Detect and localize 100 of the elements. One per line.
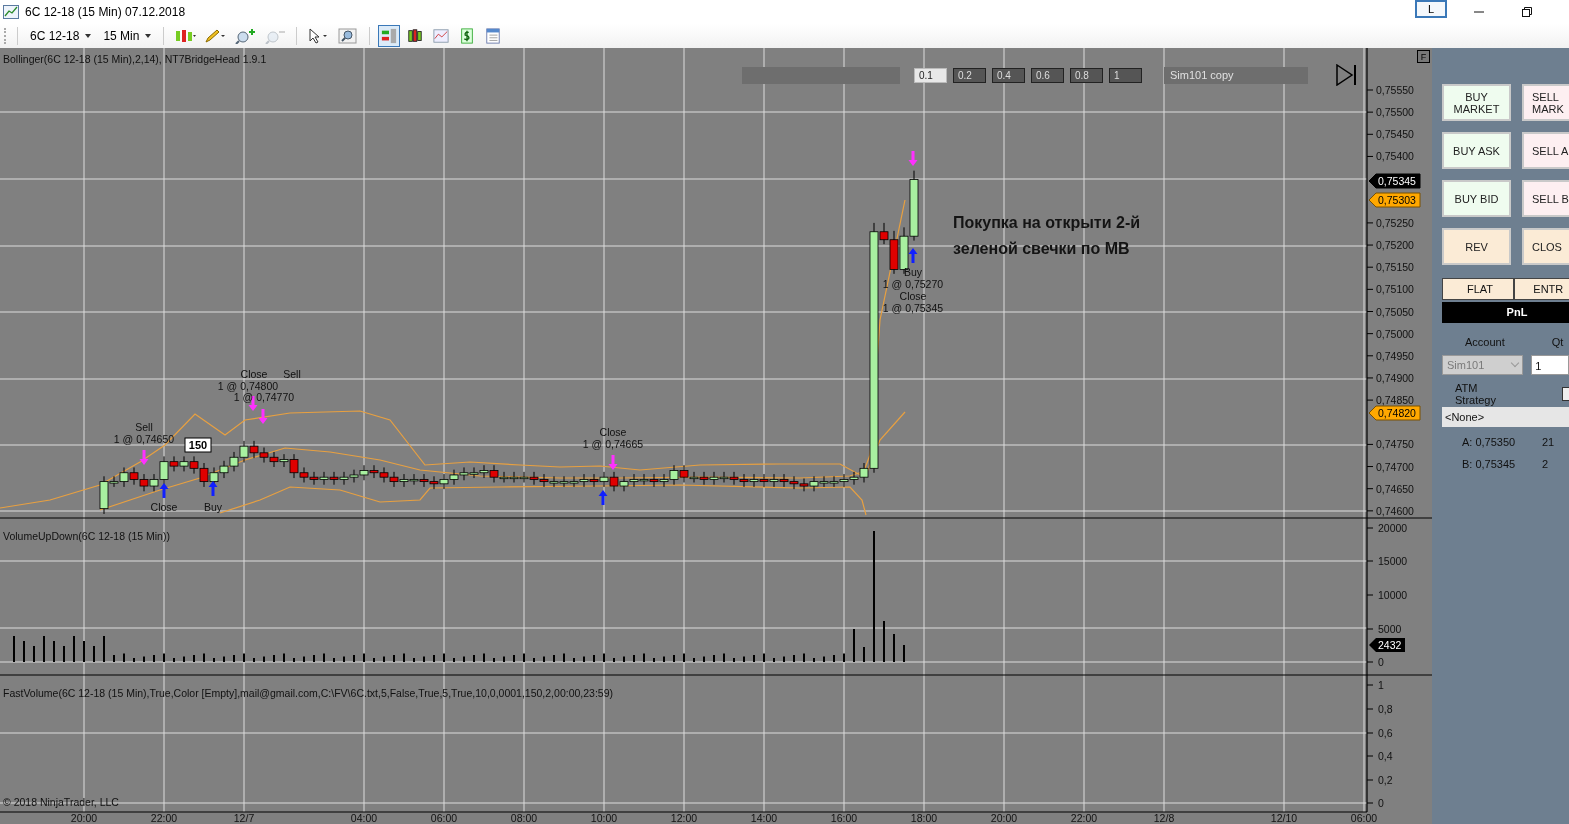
candlestick <box>619 475 629 492</box>
candlestick <box>459 466 469 481</box>
price-axis-label: 0,75450 <box>1376 128 1414 141</box>
quote-size: 21 <box>1542 436 1555 449</box>
pencil-icon[interactable] <box>204 28 227 44</box>
zoom-in-icon[interactable] <box>234 28 257 44</box>
candlestick <box>819 475 829 488</box>
price-axis-label: 0,75000 <box>1376 327 1414 340</box>
search-icon[interactable] <box>337 28 360 44</box>
price-axis-label: 0,74850 <box>1376 394 1414 407</box>
position-tab[interactable]: FLAT <box>1442 278 1515 300</box>
candlestick <box>129 466 139 486</box>
price-axis-label: 0,75200 <box>1376 239 1414 252</box>
candlestick <box>739 473 749 488</box>
volume-axis-label: 10000 <box>1378 589 1408 601</box>
time-axis-label: 12:00 <box>670 812 698 824</box>
time-axis-label: 18:00 <box>910 812 938 824</box>
skip-to-end-icon[interactable] <box>1336 64 1358 86</box>
sell-arrow-icon <box>908 151 918 166</box>
candlestick <box>779 473 789 488</box>
candlestick <box>849 471 859 486</box>
candlestick-icon[interactable] <box>174 28 197 44</box>
fast-volume-axis-label: 0,4 <box>1378 750 1393 762</box>
time-axis-label: 10:00 <box>590 812 618 824</box>
chart-icon <box>3 5 19 19</box>
price-level-flag: 0,75303 <box>1368 192 1421 208</box>
candlestick <box>349 469 359 483</box>
candlestick <box>199 462 209 488</box>
quote-price: A: 0,75350 <box>1462 436 1517 449</box>
time-axis-label: 20:00 <box>990 812 1018 824</box>
restore-icon[interactable] <box>1521 6 1533 18</box>
candlestick <box>539 473 549 488</box>
price-axis-label: 0,75050 <box>1376 305 1414 318</box>
price-axis-label: 0,75550 <box>1376 84 1414 96</box>
instrument-dropdown[interactable]: 6C 12-18 <box>26 29 96 43</box>
quote-price: B: 0,75345 <box>1462 458 1517 471</box>
price-axis-label: 0,74600 <box>1376 504 1414 517</box>
price-axis-label: 0,75150 <box>1376 261 1414 274</box>
candlestick <box>559 475 569 488</box>
time-axis-label: 08:00 <box>510 812 538 824</box>
indicator-label: FastVolume(6C 12-18 (15 Min),True,Color [Empty],mail@gmail.com,C:\FV\6C.txt,5,False,True,5,True,10,0,0001,150,2,00:00,23:59) <box>3 687 613 699</box>
order-button[interactable]: BUY MARKET <box>1442 84 1511 121</box>
candlestick <box>719 471 729 483</box>
time-axis-label: 16:00 <box>830 812 858 824</box>
last-price-flag: 0,75345 <box>1368 173 1421 189</box>
order-button[interactable]: CLOS <box>1522 228 1569 265</box>
atm-strategy-dropdown[interactable]: <None> <box>1442 407 1569 427</box>
candlestick <box>589 473 599 488</box>
atm-strategy-label: ATM Strategy <box>1455 382 1496 406</box>
volume-axis-label: 20000 <box>1378 522 1408 534</box>
time-axis-label: 12/10 <box>1270 812 1298 824</box>
candlestick <box>599 471 609 488</box>
candlestick <box>409 473 419 486</box>
pnl-bar: PnL <box>1442 302 1569 323</box>
candlestick <box>479 464 489 479</box>
position-tab[interactable]: ENTR <box>1514 278 1569 300</box>
layout-button[interactable]: L <box>1415 0 1447 18</box>
candlestick <box>809 475 819 492</box>
interval-dropdown[interactable]: 15 Min <box>99 29 156 43</box>
candlestick <box>509 471 519 483</box>
order-button[interactable]: BUY ASK <box>1442 132 1511 169</box>
time-axis-label: 12/8 <box>1153 812 1175 824</box>
candlestick <box>699 471 709 486</box>
price-axis-label: 0,75250 <box>1376 216 1414 229</box>
candlestick <box>319 471 329 486</box>
order-button[interactable]: SELL A <box>1522 132 1569 169</box>
trade-label: Buy <box>903 266 923 278</box>
order-panel-toggle[interactable] <box>378 25 401 47</box>
candlestick <box>649 473 659 488</box>
candlestick <box>569 475 579 488</box>
candlestick <box>449 469 459 486</box>
time-axis-label: 14:00 <box>750 812 778 824</box>
trade-label: Close <box>899 290 927 302</box>
trade-label: 1 @ 0,75345 <box>882 302 944 314</box>
indicator-label: VolumeUpDown(6C 12-18 (15 Min)) <box>3 530 170 542</box>
candlestick <box>549 475 559 488</box>
candlestick <box>839 473 849 488</box>
pointer-icon[interactable] <box>307 28 330 44</box>
order-button[interactable]: SELL MARK <box>1522 84 1569 121</box>
time-axis-label: 06:00 <box>430 812 458 824</box>
trade-label: 1 @ 0,74770 <box>233 391 295 403</box>
indicator-label: Bollinger(6C 12-18 (15 Min),2,14), NT7BridgeHead 1.9.1 <box>3 53 267 65</box>
quantity-field[interactable]: 1 <box>1531 355 1569 375</box>
trade-label: 1 @ 0,74800 <box>217 380 279 392</box>
candlestick <box>359 464 369 481</box>
annotation-text: зеленой свечки по МВ <box>953 240 1130 257</box>
window-title: 6C 12-18 (15 Min) 07.12.2018 <box>25 5 186 19</box>
order-button[interactable]: BUY BID <box>1442 180 1511 217</box>
order-button[interactable]: SELL B <box>1522 180 1569 217</box>
panel-toggle-button[interactable]: F <box>1417 50 1430 63</box>
candlestick <box>179 455 189 472</box>
fast-volume-axis-label: 0,2 <box>1378 774 1393 786</box>
candlestick <box>379 466 389 483</box>
candlestick <box>759 473 769 488</box>
price-axis-label: 0,75100 <box>1376 283 1414 296</box>
price-axis-label: 0,74950 <box>1376 349 1414 362</box>
candlestick <box>749 473 759 488</box>
order-button[interactable]: REV <box>1442 228 1511 265</box>
trade-label: Buy <box>203 501 223 513</box>
volume-axis-label: 0 <box>1378 656 1384 668</box>
